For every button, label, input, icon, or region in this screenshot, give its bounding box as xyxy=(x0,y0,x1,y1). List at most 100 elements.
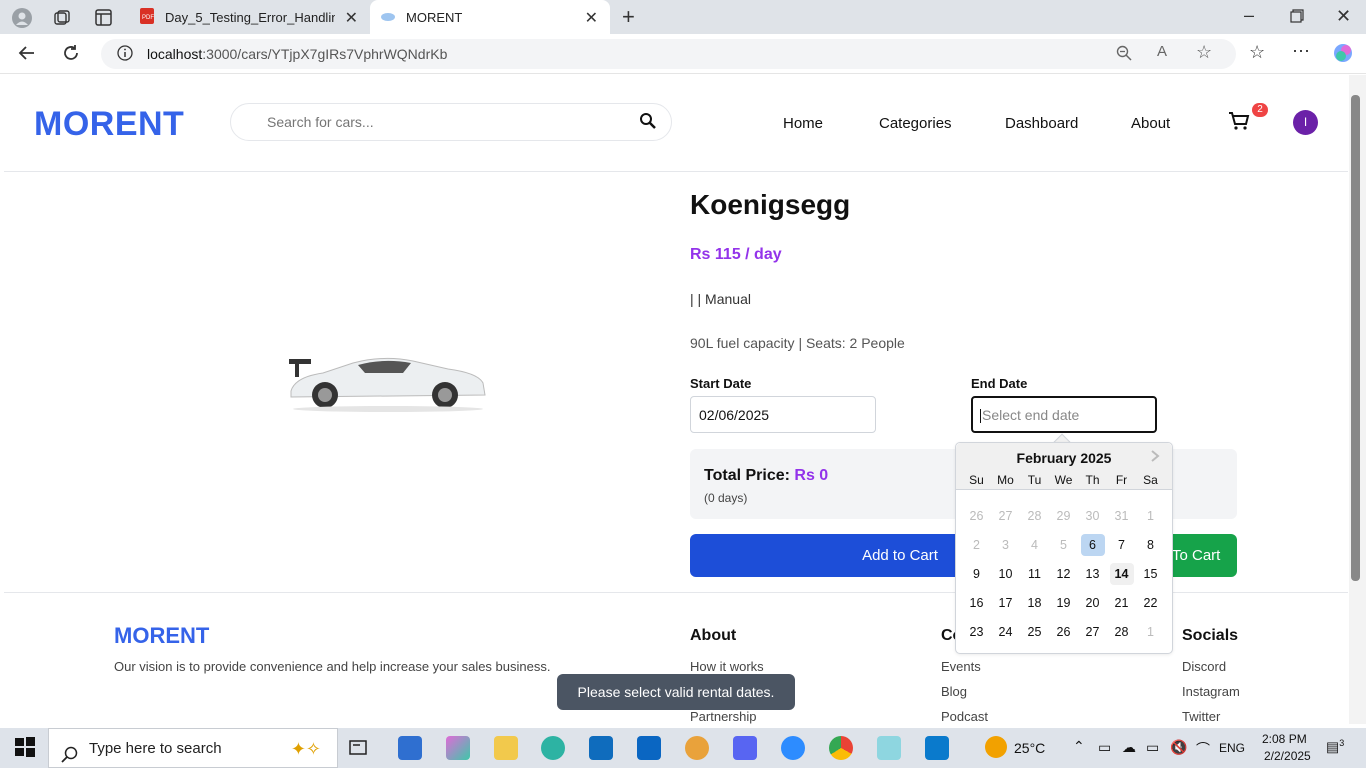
footer-link-partnership[interactable]: Partnership xyxy=(690,709,756,724)
back-icon[interactable] xyxy=(18,44,36,65)
new-tab-icon[interactable]: + xyxy=(622,6,635,28)
calendar-day[interactable]: 14 xyxy=(1109,563,1134,585)
clock-date[interactable]: 2/2/2025 xyxy=(1264,749,1311,763)
info-icon[interactable] xyxy=(117,44,133,64)
discord-icon[interactable] xyxy=(733,736,757,760)
footer-link-podcast[interactable]: Podcast xyxy=(941,709,988,724)
copilot-app-icon[interactable] xyxy=(446,736,470,760)
onedrive-icon[interactable]: ☁ xyxy=(1122,739,1136,756)
weather-temp[interactable]: 25°C xyxy=(1014,740,1045,756)
start-date-label: Start Date xyxy=(690,376,752,391)
minimize-icon[interactable]: – xyxy=(1244,6,1254,24)
calendar-day[interactable]: 13 xyxy=(1081,563,1105,585)
calendar-day[interactable]: 15 xyxy=(1139,563,1163,585)
calendar-day[interactable]: 18 xyxy=(1023,592,1047,614)
profile-icon[interactable] xyxy=(12,8,32,31)
start-date-input[interactable]: 02/06/2025 xyxy=(690,396,876,433)
calendar-day[interactable]: 12 xyxy=(1052,563,1076,585)
calendar-day[interactable]: 9 xyxy=(965,563,989,585)
calendar-day[interactable]: 16 xyxy=(965,592,989,614)
read-aloud-icon[interactable]: A xyxy=(1157,44,1167,59)
avatar[interactable]: I xyxy=(1293,110,1318,135)
calendar-day[interactable]: 24 xyxy=(994,621,1018,643)
calendar-day[interactable]: 11 xyxy=(1023,563,1047,585)
medal-app-icon[interactable] xyxy=(685,736,709,760)
cart-icon[interactable] xyxy=(1228,111,1250,137)
url-field[interactable]: localhost:3000/cars/YTjpX7gIRs7VphrWQNdr… xyxy=(101,39,1236,69)
tab-pdf[interactable]: PDF Day_5_Testing_Error_Handling_and ✕ xyxy=(131,0,370,34)
taskbar-search[interactable]: Type here to search ✦✧ xyxy=(48,728,338,768)
weekday-label: Fr xyxy=(1115,473,1128,487)
nav-link-categories[interactable]: Categories xyxy=(879,115,952,132)
site-logo[interactable]: MORENT xyxy=(34,105,184,144)
wifi-icon[interactable]: ⌒ xyxy=(1196,739,1210,759)
tab-morent[interactable]: MORENT ✕ xyxy=(370,0,610,34)
close-icon[interactable]: ✕ xyxy=(345,8,358,28)
notes-app-icon[interactable] xyxy=(877,736,901,760)
search-input[interactable] xyxy=(267,114,627,130)
scrollbar-thumb[interactable] xyxy=(1351,95,1360,581)
favorites-icon[interactable]: ☆ xyxy=(1249,43,1265,61)
calendar-day[interactable]: 20 xyxy=(1081,592,1105,614)
calendar-day[interactable]: 19 xyxy=(1052,592,1076,614)
linkedin-icon[interactable] xyxy=(637,736,661,760)
nav-link-home[interactable]: Home xyxy=(783,115,823,132)
store-icon[interactable] xyxy=(398,736,422,760)
calendar-day[interactable]: 17 xyxy=(994,592,1018,614)
vscode-icon[interactable] xyxy=(925,736,949,760)
notification-icon[interactable]: ▤3 xyxy=(1326,738,1344,756)
copilot-icon[interactable] xyxy=(1333,43,1353,66)
outlook-icon[interactable] xyxy=(589,736,613,760)
zoom-app-icon[interactable] xyxy=(781,736,805,760)
next-month-icon[interactable] xyxy=(1150,449,1160,465)
url-host: localhost xyxy=(147,46,203,62)
footer-vision: Our vision is to provide convenience and… xyxy=(114,659,551,674)
edge-icon[interactable] xyxy=(541,736,565,760)
calendar-day[interactable]: 6 xyxy=(1080,534,1105,556)
nav-link-about[interactable]: About xyxy=(1131,115,1170,132)
tab-actions-icon[interactable] xyxy=(95,9,112,29)
language-indicator[interactable]: ENG xyxy=(1219,741,1245,755)
footer-logo[interactable]: MORENT xyxy=(114,623,209,649)
restore-icon[interactable] xyxy=(1290,8,1304,26)
calendar-day[interactable]: 21 xyxy=(1110,592,1134,614)
footer-link-how-it-works[interactable]: How it works xyxy=(690,659,764,674)
end-date-input[interactable]: Select end date xyxy=(971,396,1157,433)
calendar-day[interactable]: 22 xyxy=(1139,592,1163,614)
battery-icon[interactable]: ▭ xyxy=(1146,739,1159,756)
windows-start-icon[interactable] xyxy=(14,736,38,760)
footer-about-heading: About xyxy=(690,627,737,644)
file-explorer-icon[interactable] xyxy=(494,736,518,760)
calendar-day[interactable]: 10 xyxy=(994,563,1018,585)
meet-now-icon[interactable]: ▭ xyxy=(1098,739,1111,756)
footer-link-blog[interactable]: Blog xyxy=(941,684,967,699)
calendar-day[interactable]: 8 xyxy=(1139,534,1163,556)
more-menu-icon[interactable]: ⋯ xyxy=(1292,42,1310,60)
calendar-day[interactable]: 25 xyxy=(1023,621,1047,643)
calendar-day[interactable]: 7 xyxy=(1110,534,1134,556)
footer-link-events[interactable]: Events xyxy=(941,659,981,674)
close-icon[interactable]: ✕ xyxy=(585,8,598,28)
calendar-day[interactable]: 28 xyxy=(1110,621,1134,643)
close-window-icon[interactable]: ✕ xyxy=(1336,7,1351,25)
calendar-day: 29 xyxy=(1056,509,1071,523)
workspaces-icon[interactable] xyxy=(53,9,71,30)
chrome-icon[interactable] xyxy=(829,736,853,760)
notification-count: 3 xyxy=(1339,738,1345,748)
refresh-icon[interactable] xyxy=(62,44,80,65)
calendar-day[interactable]: 27 xyxy=(1081,621,1105,643)
calendar-day[interactable]: 26 xyxy=(1052,621,1076,643)
task-view-icon[interactable] xyxy=(348,739,372,763)
footer-link-discord[interactable]: Discord xyxy=(1182,659,1226,674)
zoom-icon[interactable] xyxy=(1116,45,1132,65)
search-box[interactable] xyxy=(230,103,672,141)
show-hidden-icons-icon[interactable]: ⌃ xyxy=(1073,738,1085,755)
footer-link-twitter[interactable]: Twitter xyxy=(1182,709,1220,724)
favorite-star-icon[interactable]: ☆ xyxy=(1196,43,1212,61)
clock-time[interactable]: 2:08 PM xyxy=(1262,732,1307,746)
volume-icon[interactable]: 🔇 xyxy=(1170,739,1187,756)
nav-link-dashboard[interactable]: Dashboard xyxy=(1005,115,1078,132)
calendar-day[interactable]: 23 xyxy=(965,621,989,643)
footer-link-instagram[interactable]: Instagram xyxy=(1182,684,1240,699)
search-icon[interactable] xyxy=(639,112,657,135)
